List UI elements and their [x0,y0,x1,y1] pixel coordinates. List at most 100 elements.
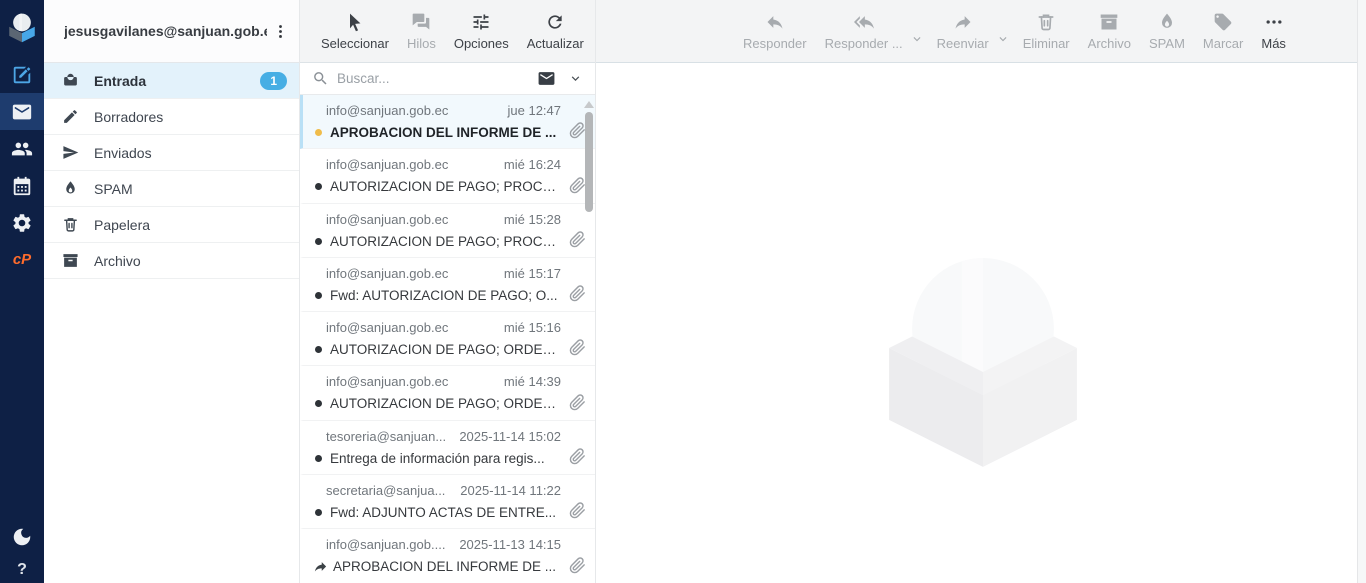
chat-bubbles-icon [411,12,431,32]
archive-label: Archivo [1088,36,1131,51]
message-row[interactable]: info@sanjuan.gob.ec mié 16:24 AUTORIZACI… [300,149,595,203]
archive-box-icon [1099,12,1119,32]
message-date: mié 14:39 [504,374,561,389]
paper-plane-icon [62,144,79,161]
message-sender: info@sanjuan.gob.ec [326,157,448,172]
read-dot-icon[interactable] [315,509,322,516]
forward-menu-chevron-icon[interactable] [996,32,1010,46]
reply-all-label: Responder ... [825,36,903,51]
refresh-button[interactable]: Actualizar [518,0,593,62]
message-row[interactable]: info@sanjuan.gob.ec mié 15:17 Fwd: AUTOR… [300,258,595,312]
message-date: 2025-11-14 15:02 [459,429,561,444]
forwarded-status-icon[interactable] [313,559,328,574]
message-subject: APROBACION DEL INFORME DE ... [333,559,561,574]
more-button[interactable]: Más [1252,0,1295,62]
message-sender: info@sanjuan.gob.... [326,537,445,552]
select-button[interactable]: Seleccionar [312,0,398,62]
read-dot-icon[interactable] [315,400,322,407]
forward-button[interactable]: Reenviar [928,0,998,62]
mark-button[interactable]: Marcar [1194,0,1252,62]
roundcube-logo-icon [0,7,44,44]
message-list: info@sanjuan.gob.ec jue 12:47 APROBACION… [300,95,595,583]
message-row[interactable]: info@sanjuan.gob.ec mié 15:16 AUTORIZACI… [300,312,595,366]
options-label: Opciones [454,36,509,51]
threads-button[interactable]: Hilos [398,0,445,62]
message-sender: info@sanjuan.gob.ec [326,320,448,335]
account-menu-button[interactable] [267,18,293,44]
message-sender: info@sanjuan.gob.ec [326,212,448,227]
message-date: 2025-11-13 14:15 [459,537,561,552]
options-button[interactable]: Opciones [445,0,518,62]
spam-button[interactable]: SPAM [1140,0,1194,62]
folder-spam[interactable]: SPAM [44,171,299,207]
message-row[interactable]: info@sanjuan.gob.... 2025-11-13 14:15 AP… [300,529,595,583]
refresh-label: Actualizar [527,36,584,51]
message-date: mié 15:16 [504,320,561,335]
message-subject: Entrega de información para regis... [330,451,561,466]
contacts-nav-button[interactable] [0,130,44,167]
reply-button[interactable]: Responder [734,0,816,62]
archive-button[interactable]: Archivo [1079,0,1140,62]
threads-label: Hilos [407,36,436,51]
folder-sidebar: jesusgavilanes@sanjuan.gob.ec Entrada 1 … [44,0,300,583]
reply-all-button[interactable]: Responder ... [816,0,912,62]
account-header: jesusgavilanes@sanjuan.gob.ec [44,0,299,63]
forward-label: Reenviar [937,36,989,51]
delete-label: Eliminar [1023,36,1070,51]
flame-icon [62,180,79,197]
account-email: jesusgavilanes@sanjuan.gob.ec [64,23,267,39]
mark-label: Marcar [1203,36,1243,51]
preview-area [596,63,1357,583]
delete-button[interactable]: Eliminar [1014,0,1079,62]
calendar-nav-button[interactable] [0,167,44,204]
mail-nav-button[interactable] [0,93,44,130]
read-dot-icon[interactable] [315,455,322,462]
page-scrollbar[interactable] [1357,0,1366,583]
dark-mode-toggle[interactable] [0,518,44,555]
search-input[interactable] [337,71,529,86]
unread-dot-icon[interactable] [315,129,322,136]
message-subject: AUTORIZACION DE PAGO; ORDEN... [330,396,561,411]
folder-label: Enviados [94,145,152,161]
compose-button[interactable] [0,56,44,93]
folder-trash[interactable]: Papelera [44,207,299,243]
message-row[interactable]: info@sanjuan.gob.ec jue 12:47 APROBACION… [300,95,595,149]
message-row[interactable]: secretaria@sanjua... 2025-11-14 11:22 Fw… [300,475,595,529]
help-button[interactable]: ? [0,557,44,583]
message-sender: info@sanjuan.gob.ec [326,266,448,281]
search-options-chevron-icon[interactable] [568,71,583,86]
search-bar [300,63,595,95]
message-subject: AUTORIZACION DE PAGO; PROCE... [330,179,561,194]
message-row[interactable]: info@sanjuan.gob.ec mié 15:28 AUTORIZACI… [300,204,595,258]
content-pane: Responder Responder ... Reenviar Elimina… [596,0,1357,583]
folder-drafts[interactable]: Borradores [44,99,299,135]
spam-label: SPAM [1149,36,1185,51]
app-taskbar: cP ? [0,0,44,583]
unread-count-badge: 1 [260,72,287,90]
search-icon [312,70,329,87]
inbox-icon [62,72,79,89]
read-dot-icon[interactable] [315,183,322,190]
folder-inbox[interactable]: Entrada 1 [44,63,299,99]
scrollbar-thumb[interactable] [585,112,593,212]
message-subject: AUTORIZACION DE PAGO; PROCE... [330,234,561,249]
search-scope-mail-icon[interactable] [537,69,556,88]
message-sender: info@sanjuan.gob.ec [326,103,448,118]
message-row[interactable]: tesoreria@sanjuan... 2025-11-14 15:02 En… [300,421,595,475]
folder-sent[interactable]: Enviados [44,135,299,171]
folder-archive[interactable]: Archivo [44,243,299,279]
read-dot-icon[interactable] [315,238,322,245]
message-subject: Fwd: AUTORIZACION DE PAGO; O... [330,288,561,303]
settings-nav-button[interactable] [0,204,44,241]
cpanel-nav-button[interactable]: cP [0,241,44,278]
list-scrollbar[interactable] [584,97,594,583]
list-toolbar: Seleccionar Hilos Opciones Actualizar [300,0,595,63]
read-dot-icon[interactable] [315,292,322,299]
message-row[interactable]: info@sanjuan.gob.ec mié 14:39 AUTORIZACI… [300,366,595,420]
message-date: mié 15:17 [504,266,561,281]
read-dot-icon[interactable] [315,346,322,353]
scroll-up-arrow-icon[interactable] [584,101,594,108]
reply-all-icon [854,12,874,32]
reply-all-menu-chevron-icon[interactable] [910,32,924,46]
cursor-icon [345,12,365,32]
